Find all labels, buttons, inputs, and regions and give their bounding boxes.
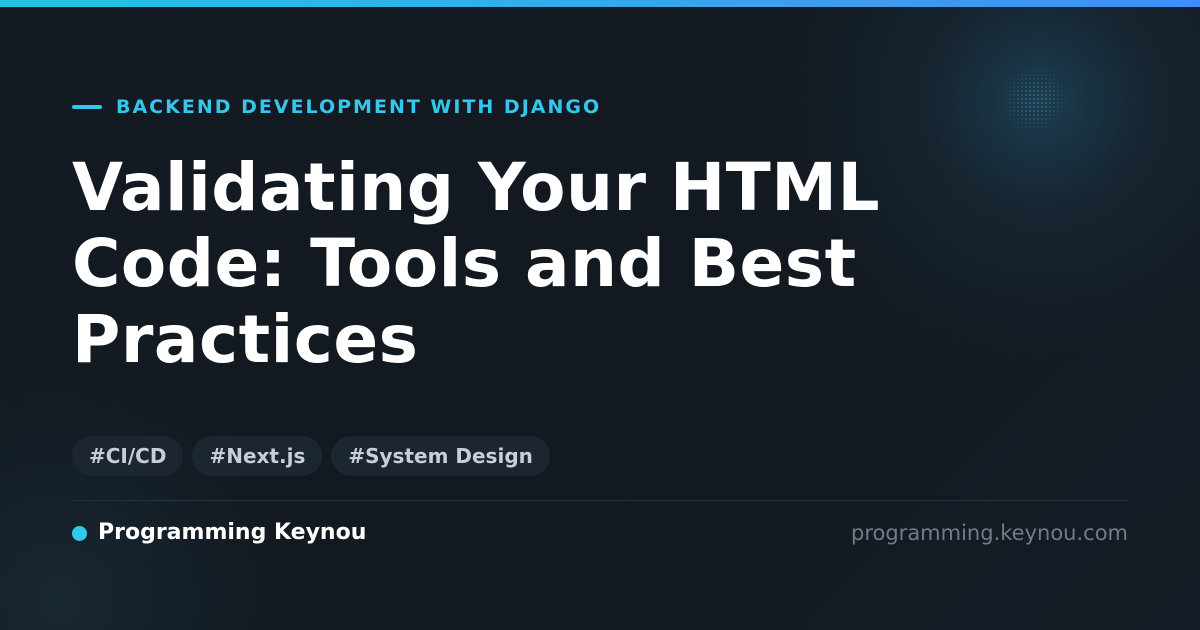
title-line-2: Code: Tools and Best xyxy=(72,225,857,302)
brand-name: Programming Keynou xyxy=(98,520,367,545)
category-label: BACKEND DEVELOPMENT WITH DJANGO xyxy=(116,96,602,118)
footer-divider xyxy=(72,500,1129,501)
tag-list: #CI/CD #Next.js #System Design xyxy=(72,436,550,476)
brand-dot-icon xyxy=(72,525,87,541)
eyebrow-accent-line xyxy=(72,105,102,109)
decorative-dot-pattern xyxy=(1000,65,1070,135)
site-url: programming.keynou.com xyxy=(851,521,1128,545)
page-title: Validating Your HTML Code: Tools and Bes… xyxy=(72,150,972,378)
title-line-1: Validating Your HTML xyxy=(72,149,880,226)
tag-system-design: #System Design xyxy=(331,436,550,476)
og-card: BACKEND DEVELOPMENT WITH DJANGO Validati… xyxy=(0,0,1200,630)
tag-ci-cd: #CI/CD xyxy=(72,436,184,476)
category-eyebrow: BACKEND DEVELOPMENT WITH DJANGO xyxy=(72,95,601,119)
brand: Programming Keynou xyxy=(72,518,366,548)
title-line-3: Practices xyxy=(72,301,419,378)
accent-top-bar xyxy=(0,0,1200,7)
tag-nextjs: #Next.js xyxy=(192,436,323,476)
